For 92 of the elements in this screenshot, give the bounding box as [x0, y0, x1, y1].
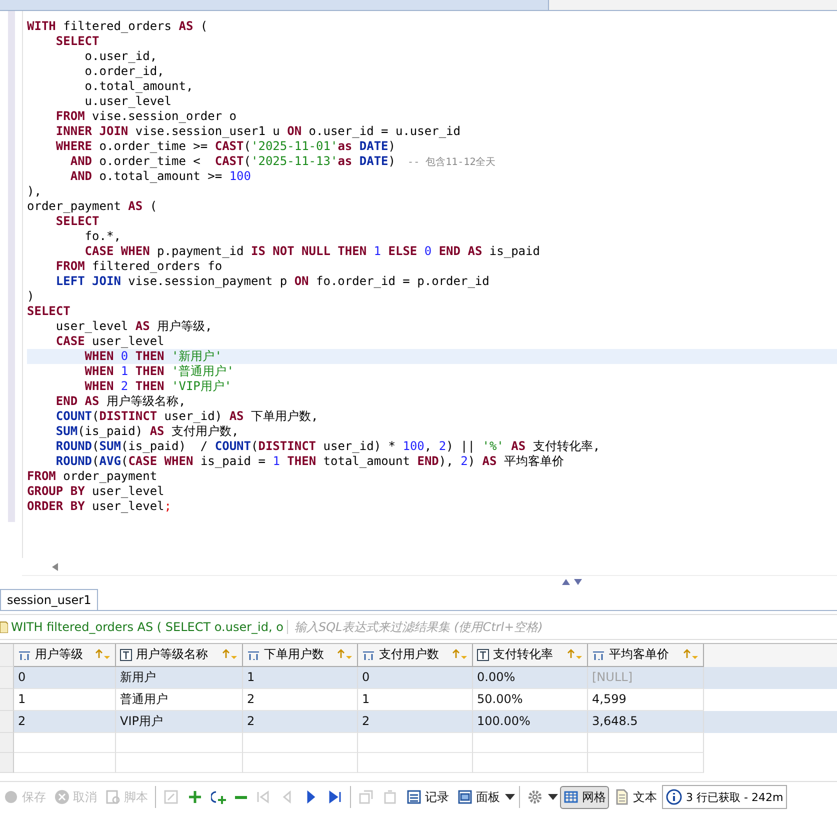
result-tab[interactable]: session_user1 — [0, 588, 98, 610]
status-text: 3 行已获取 - 242m — [686, 790, 784, 805]
code-line: SUM(is_paid) AS 支付用户数, — [54, 424, 240, 439]
info-icon — [666, 789, 682, 806]
number-type-icon — [247, 648, 260, 661]
document-icon — [614, 789, 630, 806]
query-text: WITH filtered_orders AS ( SELECT o.user_id, o — [11, 620, 288, 634]
code-line: WHEN 2 THEN 'VIP用户' — [84, 378, 233, 394]
row-header[interactable] — [0, 666, 14, 689]
column-title: 支付转化率 — [493, 646, 553, 664]
code-line: order_payment AS ( — [27, 198, 158, 214]
row-header[interactable] — [0, 710, 14, 733]
code-editor[interactable] — [22, 10, 837, 558]
code-line: COUNT(DISTINCT user_id) AS 下单用户数, — [54, 408, 320, 424]
code-line: ORDER BY user_level; — [27, 498, 173, 514]
column-header[interactable]: 下单用户数 — [243, 644, 358, 667]
sort-icon[interactable] — [222, 648, 238, 661]
column-header[interactable]: 用户等级名称 — [116, 644, 243, 667]
copy-icon — [358, 789, 374, 806]
panel-button[interactable]: 面板 — [454, 786, 503, 809]
number-type-icon — [592, 648, 605, 661]
sort-icon[interactable] — [567, 648, 583, 661]
code-line: ), — [27, 184, 42, 199]
expand-down-icon[interactable] — [574, 579, 582, 586]
column-header[interactable]: 平均客单价 — [588, 644, 704, 667]
last-icon — [327, 789, 343, 806]
code-line: INNER JOIN vise.session_user1 u ON o.user_id = u.user_id — [54, 124, 462, 139]
text-type-icon — [477, 648, 489, 661]
code-line: CASE user_level — [54, 334, 166, 349]
code-line: WHEN 1 THEN '普通用户' — [84, 364, 235, 379]
collapse-up-icon[interactable] — [562, 579, 570, 586]
grid-view-button[interactable]: 网格 — [560, 786, 609, 809]
document-icon — [0, 620, 8, 633]
number-type-icon — [18, 648, 31, 661]
row-header[interactable] — [0, 688, 14, 711]
gear-icon — [527, 789, 543, 806]
panel-icon — [457, 789, 473, 806]
code-line: FROM order_payment — [27, 468, 158, 484]
row-header[interactable] — [0, 732, 14, 753]
column-header[interactable]: 支付转化率 — [473, 644, 588, 667]
code-line: o.order_id, — [84, 64, 166, 79]
sort-icon[interactable] — [337, 648, 353, 661]
text-type-icon — [120, 648, 132, 661]
code-line: user_level AS 用户等级, — [54, 318, 214, 334]
code-line: END AS 用户等级名称, — [54, 394, 187, 409]
code-line: fo.*, — [84, 228, 122, 244]
script-icon — [105, 789, 121, 806]
caret-icon[interactable] — [548, 794, 558, 800]
record-button[interactable]: 记录 — [403, 786, 452, 809]
column-title: 下单用户数 — [264, 646, 324, 664]
code-line: GROUP BY user_level — [27, 484, 166, 499]
code-line: AND o.order_time < CAST('2025-11-13'as DATE) -- 包含11-12全天 — [69, 154, 497, 169]
sort-icon[interactable] — [452, 648, 468, 661]
number-type-icon — [362, 648, 375, 661]
sort-icon[interactable] — [95, 648, 111, 661]
column-title: 用户等级 — [35, 646, 83, 664]
code-line: FROM filtered_orders fo — [54, 258, 224, 274]
row-header[interactable] — [0, 644, 14, 667]
column-title: 支付用户数 — [379, 646, 439, 664]
minus-icon — [235, 796, 247, 799]
record-icon — [406, 789, 422, 806]
code-line: ROUND(SUM(is_paid) / COUNT(DISTINCT user_id) * 100, 2) || '%' AS 支付转化率, — [54, 438, 602, 454]
cancel-icon — [54, 789, 70, 806]
code-line: o.user_id, — [84, 48, 158, 64]
grid-icon — [563, 789, 579, 806]
code-line: LEFT JOIN vise.session_payment p ON fo.order_id = p.order_id — [54, 274, 490, 289]
code-line: SELECT — [54, 34, 100, 49]
column-title: 用户等级名称 — [136, 646, 208, 664]
code-line: WITH filtered_orders AS ( — [27, 18, 209, 34]
plus-icon — [187, 789, 203, 806]
column-header[interactable]: 支付用户数 — [358, 644, 473, 667]
row-header[interactable] — [0, 752, 14, 773]
code-line: CASE WHEN p.payment_id IS NOT NULL THEN 1 ELSE 0 END AS is_paid — [84, 244, 541, 259]
code-line: SELECT — [27, 304, 72, 319]
code-line: o.total_amount, — [84, 78, 194, 94]
code-line: WHERE o.order_time >= CAST('2025-11-01'as DATE) — [54, 138, 397, 154]
scroll-left-icon[interactable] — [52, 562, 58, 570]
add-row-icon — [211, 789, 227, 806]
code-line: SELECT — [54, 214, 100, 229]
column-header[interactable]: 用户等级 — [14, 644, 116, 667]
column-title: 平均客单价 — [609, 646, 669, 664]
code-line: ) — [27, 288, 36, 304]
code-line: FROM vise.session_order o — [54, 108, 238, 124]
code-line: AND o.total_amount >= 100 — [69, 168, 252, 184]
sort-icon[interactable] — [683, 648, 699, 661]
text-view-button[interactable]: 文本 — [611, 786, 660, 809]
paste-icon — [382, 789, 398, 806]
caret-icon[interactable] — [505, 794, 515, 800]
edit-icon — [163, 789, 179, 806]
code-line: ROUND(AVG(CASE WHEN is_paid = 1 THEN total_amount END), 2) AS 平均客单价 — [54, 454, 565, 469]
first-icon — [255, 789, 271, 806]
code-line: u.user_level — [84, 94, 172, 109]
